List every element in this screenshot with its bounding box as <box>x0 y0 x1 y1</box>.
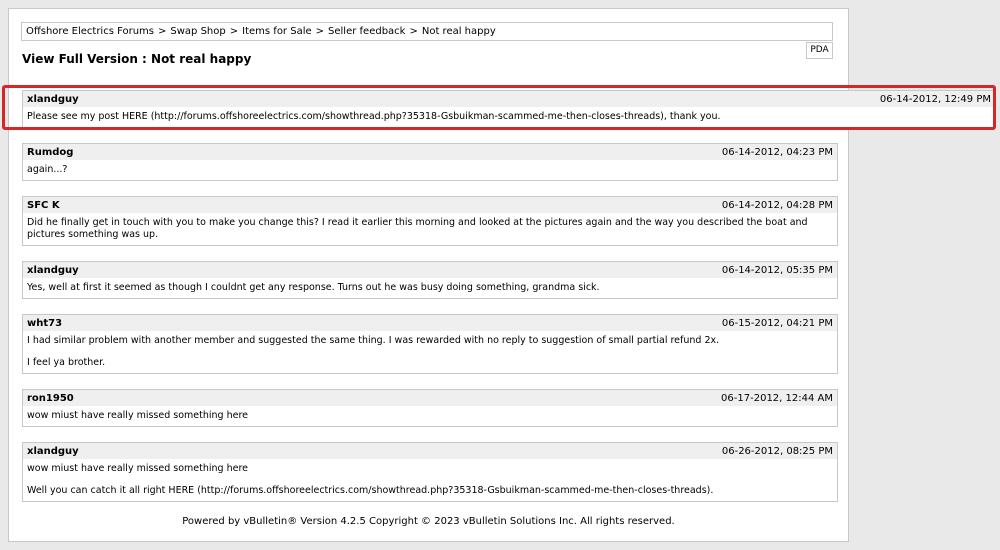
post-username[interactable]: xlandguy <box>27 446 79 457</box>
post: wht73 06-15-2012, 04:21 PM I had similar… <box>22 314 838 374</box>
post-username[interactable]: wht73 <box>27 318 62 329</box>
breadcrumb-current-thread[interactable]: Not real happy <box>422 26 496 37</box>
post-date: 06-14-2012, 12:49 PM <box>879 94 991 105</box>
breadcrumb-separator: > <box>158 26 167 37</box>
breadcrumb-forums[interactable]: Offshore Electrics Forums <box>26 26 154 37</box>
post-body: Please see my post HERE (http://forums.o… <box>23 107 995 127</box>
breadcrumb-separator: > <box>315 26 325 37</box>
breadcrumb-seller-feedback[interactable]: Seller feedback <box>328 26 405 37</box>
post-text: Please see my post HERE (http://forums.o… <box>27 111 721 122</box>
breadcrumb-separator: > <box>409 26 418 37</box>
post-header: Rumdog 06-14-2012, 04:23 PM <box>23 144 837 160</box>
post-text: again...? <box>27 164 68 175</box>
post-body: wow miust have really missed something h… <box>23 459 837 501</box>
post-username[interactable]: xlandguy <box>27 265 79 276</box>
post-date: 06-15-2012, 04:21 PM <box>721 318 833 329</box>
breadcrumb: Offshore Electrics Forums > Swap Shop > Item… <box>21 22 833 41</box>
post: ron1950 06-17-2012, 12:44 AM wow miust h… <box>22 389 838 427</box>
post-header: xlandguy 06-26-2012, 08:25 PM <box>23 443 837 459</box>
breadcrumb-separator: > <box>229 26 239 37</box>
post-text: Well you can catch it all right HERE (ht… <box>27 485 714 496</box>
post-text: I had similar problem with another membe… <box>27 335 720 346</box>
post: Rumdog 06-14-2012, 04:23 PM again...? <box>22 143 838 181</box>
post-text: I feel ya brother. <box>27 357 106 368</box>
post: xlandguy 06-14-2012, 12:49 PM Please see… <box>22 90 996 128</box>
post-text: wow miust have really missed something h… <box>27 463 249 474</box>
post: SFC K 06-14-2012, 04:28 PM Did he finall… <box>22 196 838 246</box>
post-header: xlandguy 06-14-2012, 05:35 PM <box>23 262 837 278</box>
post-date: 06-14-2012, 05:35 PM <box>721 265 833 276</box>
post-body: Did he finally get in touch with you to … <box>23 213 837 245</box>
post-header: xlandguy 06-14-2012, 12:49 PM <box>23 91 995 107</box>
post-date: 06-14-2012, 04:28 PM <box>721 200 833 211</box>
post-text: Did he finally get in touch with you to … <box>27 217 808 240</box>
pda-button[interactable]: PDA <box>806 42 833 59</box>
post-header: SFC K 06-14-2012, 04:28 PM <box>23 197 837 213</box>
post-username[interactable]: SFC K <box>27 200 60 211</box>
post-text: wow miust have really missed something h… <box>27 410 249 421</box>
post-username[interactable]: ron1950 <box>27 393 74 404</box>
footer-copyright: Powered by vBulletin® Version 4.2.5 Copy… <box>182 516 675 527</box>
post-date: 06-14-2012, 04:23 PM <box>721 147 833 158</box>
breadcrumb-items-for-sale[interactable]: Items for Sale <box>242 26 312 37</box>
post-body: I had similar problem with another membe… <box>23 331 837 373</box>
post-username[interactable]: Rumdog <box>27 147 73 158</box>
breadcrumb-swap-shop[interactable]: Swap Shop <box>170 26 225 37</box>
post-header: ron1950 06-17-2012, 12:44 AM <box>23 390 837 406</box>
post-username[interactable]: xlandguy <box>27 94 79 105</box>
post-body: wow miust have really missed something h… <box>23 406 837 426</box>
post-text: Yes, well at first it seemed as though I… <box>27 282 600 293</box>
post-body: again...? <box>23 160 837 180</box>
post-date: 06-26-2012, 08:25 PM <box>721 446 833 457</box>
post-date: 06-17-2012, 12:44 AM <box>721 393 833 404</box>
page-title: View Full Version : Not real happy <box>22 52 252 66</box>
post-header: wht73 06-15-2012, 04:21 PM <box>23 315 837 331</box>
post: xlandguy 06-26-2012, 08:25 PM wow miust … <box>22 442 838 502</box>
post: xlandguy 06-14-2012, 05:35 PM Yes, well … <box>22 261 838 299</box>
post-body: Yes, well at first it seemed as though I… <box>23 278 837 298</box>
